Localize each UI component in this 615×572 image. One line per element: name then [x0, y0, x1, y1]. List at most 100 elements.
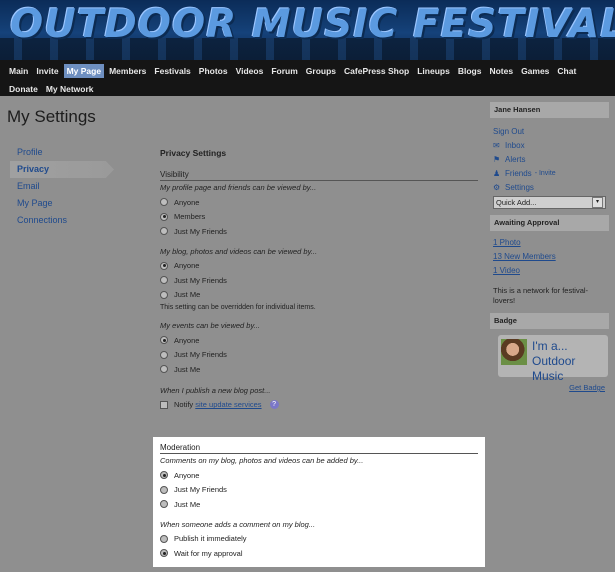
radio-button[interactable] — [160, 485, 168, 494]
sign-out-link[interactable]: Sign Out — [490, 124, 609, 138]
events-option-friends[interactable]: Just My Friends — [160, 348, 478, 363]
nav-festivals[interactable]: Festivals — [151, 64, 193, 78]
get-badge-link[interactable]: Get Badge — [569, 383, 605, 392]
moderation-panel: Moderation Comments on my blog, photos a… — [153, 437, 485, 567]
badge-card: I'm a... Outdoor Music — [498, 335, 608, 383]
radio-button-selected[interactable] — [160, 549, 168, 558]
radio-button[interactable] — [160, 227, 168, 236]
user-name: Jane Hansen — [490, 102, 609, 118]
site-title[interactable]: OUTDOOR MUSIC FESTIVALS — [10, 2, 615, 47]
envelope-icon: ✉ — [493, 140, 500, 150]
radio-button[interactable] — [160, 365, 168, 374]
nav-cafepress-shop[interactable]: CafePress Shop — [341, 64, 412, 78]
events-option-anyone[interactable]: Anyone — [160, 333, 478, 348]
site-banner: OUTDOOR MUSIC FESTIVALS — [0, 0, 615, 60]
invite-link[interactable]: - Invite — [535, 170, 556, 177]
badge-heading: Badge — [490, 313, 609, 329]
quick-add-select[interactable]: Quick Add... ▾ — [493, 196, 606, 209]
badge-line-3: Music — [532, 369, 564, 383]
nav-notes[interactable]: Notes — [486, 64, 516, 78]
page-title: My Settings — [7, 107, 96, 126]
radio-button[interactable] — [160, 198, 168, 207]
add-option-publish[interactable]: Publish it immediately — [160, 532, 478, 547]
nav-blogs[interactable]: Blogs — [455, 64, 485, 78]
sidebar: Jane Hansen Sign Out ✉ Inbox ⚑ Alerts ♟ Fri… — [490, 102, 609, 392]
badge-preview[interactable]: I'm a... Outdoor Music — [490, 329, 609, 383]
nav-row-1: Main Invite My Page Members Festivals Ph… — [6, 64, 581, 78]
awaiting-video-link[interactable]: 1 Video — [490, 263, 609, 277]
radio-button-selected[interactable] — [160, 336, 168, 345]
events-question: My events can be viewed by... — [160, 321, 260, 330]
chevron-down-icon: ▾ — [592, 197, 603, 208]
profile-option-friends[interactable]: Just My Friends — [160, 224, 478, 239]
menu-item-my-page[interactable]: My Page — [10, 195, 114, 212]
avatar — [501, 339, 527, 365]
settings-link[interactable]: ⚙ Settings — [490, 180, 609, 194]
section-title: Privacy Settings — [160, 148, 227, 158]
events-option-me[interactable]: Just Me — [160, 362, 478, 377]
nav-lineups[interactable]: Lineups — [414, 64, 453, 78]
blog-option-anyone[interactable]: Anyone — [160, 259, 478, 274]
comment-option-me[interactable]: Just Me — [160, 497, 478, 512]
profile-question: My profile page and friends can be viewe… — [160, 183, 317, 192]
nav-my-page[interactable]: My Page — [63, 64, 105, 78]
radio-button[interactable] — [160, 276, 168, 285]
site-update-services-link[interactable]: site update services — [195, 400, 261, 409]
friends-link[interactable]: ♟ Friends - Invite — [490, 166, 609, 180]
moderation-heading: Moderation — [160, 443, 478, 454]
profile-option-members[interactable]: Members — [160, 210, 478, 225]
blog-note: This setting can be overridden for indiv… — [160, 304, 316, 311]
blog-option-me[interactable]: Just Me — [160, 288, 478, 303]
awaiting-photo-link[interactable]: 1 Photo — [490, 235, 609, 249]
radio-button[interactable] — [160, 350, 168, 359]
publish-question: When I publish a new blog post... — [160, 385, 271, 395]
nav-my-network[interactable]: My Network — [43, 82, 97, 96]
menu-item-email[interactable]: Email — [10, 178, 114, 195]
nav-photos[interactable]: Photos — [196, 64, 231, 78]
badge-line-2: Outdoor — [532, 354, 576, 368]
notify-checkbox[interactable] — [160, 400, 168, 409]
menu-item-profile[interactable]: Profile — [10, 144, 114, 161]
main-nav: Main Invite My Page Members Festivals Ph… — [0, 60, 615, 96]
nav-members[interactable]: Members — [106, 64, 149, 78]
menu-item-privacy[interactable]: Privacy — [10, 161, 114, 178]
radio-button[interactable] — [160, 500, 168, 509]
inbox-link[interactable]: ✉ Inbox — [490, 138, 609, 152]
nav-main[interactable]: Main — [6, 64, 31, 78]
profile-option-anyone[interactable]: Anyone — [160, 195, 478, 210]
privacy-settings: Privacy Settings Visibility My profile p… — [160, 148, 478, 412]
network-description: This is a network for festival-lovers! — [493, 286, 589, 305]
comment-option-anyone[interactable]: Anyone — [160, 468, 478, 483]
help-icon[interactable]: ? — [269, 400, 279, 410]
gear-icon: ⚙ — [493, 182, 501, 192]
alerts-link[interactable]: ⚑ Alerts — [490, 152, 609, 166]
comments-question: Comments on my blog, photos and videos c… — [160, 456, 364, 465]
blog-question: My blog, photos and videos can be viewed… — [160, 246, 318, 256]
nav-forum[interactable]: Forum — [268, 64, 300, 78]
radio-button-selected[interactable] — [160, 261, 168, 270]
radio-button-selected[interactable] — [160, 471, 168, 480]
comment-option-friends[interactable]: Just My Friends — [160, 483, 478, 498]
badge-line-1: I'm a... — [532, 339, 568, 353]
nav-donate[interactable]: Donate — [6, 82, 41, 96]
nav-chat[interactable]: Chat — [554, 64, 579, 78]
radio-button[interactable] — [160, 534, 168, 543]
nav-groups[interactable]: Groups — [303, 64, 339, 78]
nav-invite[interactable]: Invite — [33, 64, 61, 78]
menu-item-connections[interactable]: Connections — [10, 212, 114, 229]
nav-videos[interactable]: Videos — [233, 64, 267, 78]
awaiting-approval-heading: Awaiting Approval — [490, 215, 609, 231]
radio-button-selected[interactable] — [160, 212, 168, 221]
settings-menu: Profile Privacy Email My Page Connection… — [10, 144, 114, 229]
person-icon: ♟ — [493, 168, 501, 178]
visibility-heading: Visibility — [160, 170, 478, 181]
nav-games[interactable]: Games — [518, 64, 552, 78]
blog-option-friends[interactable]: Just My Friends — [160, 273, 478, 288]
flag-icon: ⚑ — [493, 154, 501, 164]
nav-row-2: Donate My Network — [6, 82, 99, 96]
notify-option[interactable]: Notify site update services ? — [160, 398, 478, 413]
awaiting-members-link[interactable]: 13 New Members — [490, 249, 609, 263]
add-comment-question: When someone adds a comment on my blog..… — [160, 519, 316, 529]
add-option-wait[interactable]: Wait for my approval — [160, 546, 478, 561]
radio-button[interactable] — [160, 290, 168, 299]
